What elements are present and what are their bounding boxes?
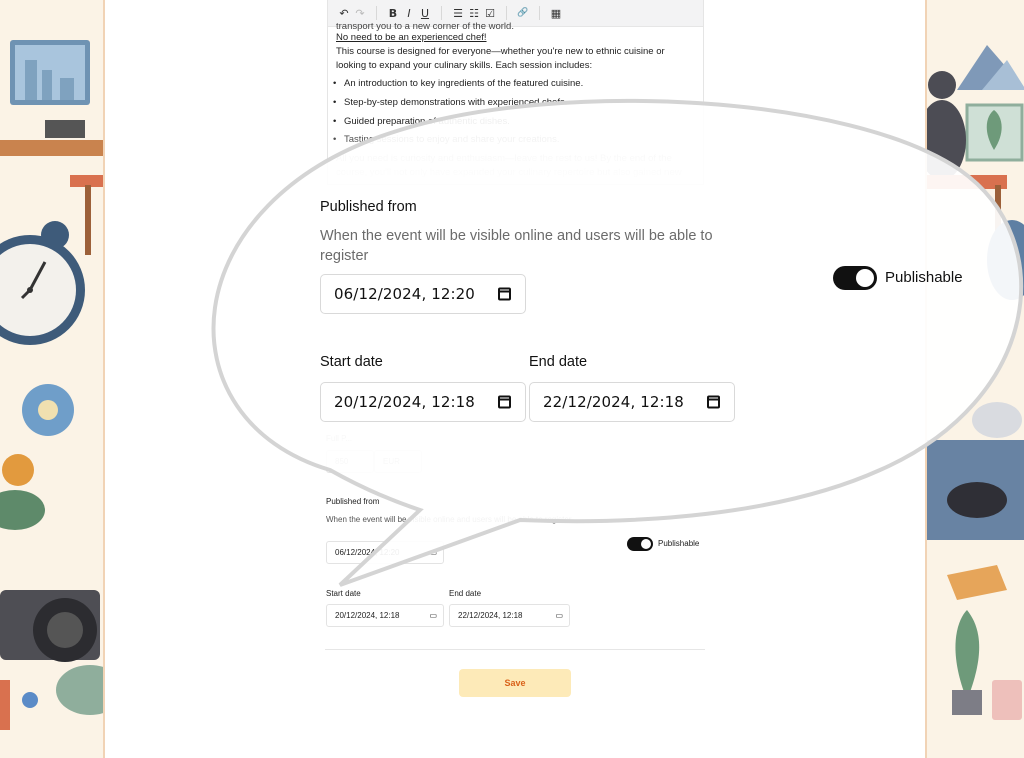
editor-cut-line: transport you to a new corner of the wor… — [336, 21, 514, 32]
form-divider — [325, 649, 705, 650]
zoom-end-date-value: 22/12/2024, 12:18 — [543, 393, 684, 411]
zoom-published-from-label: Published from — [320, 199, 417, 215]
start-date-value: 20/12/2024, 12:18 — [335, 611, 400, 620]
toolbar-divider — [506, 6, 507, 20]
end-date-label: End date — [449, 589, 482, 598]
zoom-publishable-label: Publishable — [885, 269, 963, 286]
bold-icon[interactable]: B — [385, 7, 401, 20]
price-input[interactable]: 850 — [326, 450, 374, 473]
redo-icon[interactable]: ↷ — [352, 7, 368, 20]
zoom-end-date-input[interactable]: 22/12/2024, 12:18 — [529, 382, 735, 422]
editor-bullet-list: An introduction to key ingredients of th… — [333, 77, 695, 147]
calendar-icon[interactable] — [498, 395, 511, 409]
published-from-label: Published from — [326, 497, 380, 506]
underline-icon[interactable]: U — [417, 7, 433, 20]
published-from-input[interactable]: 06/12/2024, 12:20 ▭ — [326, 541, 444, 564]
description-editor[interactable]: ↶ ↷ B I U ☰ ☷ ☑ 🔗 ▦ transport you to a n… — [327, 0, 704, 185]
toolbar-divider — [376, 6, 377, 20]
toolbar-divider — [441, 6, 442, 20]
calendar-icon[interactable]: ▭ — [555, 611, 563, 620]
published-from-description: When the event will be visible online an… — [326, 515, 572, 524]
calendar-icon[interactable] — [498, 287, 511, 301]
italic-icon[interactable]: I — [401, 7, 417, 20]
zoom-published-from-input[interactable]: 06/12/2024, 12:20 — [320, 274, 526, 314]
list-item: Guided preparation of authentic dishes. — [333, 115, 695, 129]
calendar-icon[interactable]: ▭ — [429, 611, 437, 620]
zoom-start-date-value: 20/12/2024, 12:18 — [334, 393, 475, 411]
toolbar-divider — [539, 6, 540, 20]
kitchen-illustration-left — [0, 40, 103, 730]
editor-content[interactable]: transport you to a new corner of the wor… — [328, 21, 703, 180]
zoom-published-from-description: When the event will be visible online an… — [320, 228, 713, 264]
zoom-publishable-toggle[interactable] — [833, 266, 877, 290]
publishable-toggle[interactable] — [627, 537, 653, 551]
currency-select[interactable]: EUR — [374, 450, 422, 473]
start-date-input[interactable]: 20/12/2024, 12:18 ▭ — [326, 604, 444, 627]
start-date-label: Start date — [326, 589, 361, 598]
zoom-start-date-label: Start date — [320, 354, 383, 370]
list-item: An introduction to key ingredients of th… — [333, 77, 695, 91]
main-panel: ↶ ↷ B I U ☰ ☷ ☑ 🔗 ▦ transport you to a n… — [105, 0, 925, 758]
save-button[interactable]: Save — [459, 669, 571, 697]
list-item: Step-by-step demonstrations with experie… — [333, 96, 695, 110]
task-list-icon[interactable]: ☑ — [482, 7, 498, 20]
published-from-value: 06/12/2024, 12:20 — [335, 548, 400, 557]
full-price-label: Full P... — [326, 434, 353, 443]
ordered-list-icon[interactable]: ☷ — [466, 7, 482, 20]
editor-closing-paragraph: All you need is curiosity and enthusiasm… — [336, 153, 682, 179]
left-decorative-panel — [0, 0, 105, 758]
undo-icon[interactable]: ↶ — [336, 7, 352, 20]
bullet-list-icon[interactable]: ☰ — [450, 7, 466, 20]
end-date-value: 22/12/2024, 12:18 — [458, 611, 523, 620]
table-icon[interactable]: ▦ — [548, 7, 564, 20]
publishable-label: Publishable — [658, 539, 700, 548]
end-date-input[interactable]: 22/12/2024, 12:18 ▭ — [449, 604, 570, 627]
calendar-icon[interactable] — [707, 395, 720, 409]
link-icon[interactable]: 🔗 — [515, 8, 531, 18]
kitchen-illustration-right — [927, 45, 1024, 720]
zoom-start-date-input[interactable]: 20/12/2024, 12:18 — [320, 382, 526, 422]
right-decorative-panel — [925, 0, 1024, 758]
zoom-published-from-value: 06/12/2024, 12:20 — [334, 285, 475, 303]
calendar-icon[interactable]: ▭ — [429, 548, 437, 557]
zoom-end-date-label: End date — [529, 354, 588, 370]
list-item: Tasting sessions to enjoy and share your… — [333, 133, 695, 147]
editor-paragraph: This course is designed for everyone—whe… — [336, 46, 665, 71]
